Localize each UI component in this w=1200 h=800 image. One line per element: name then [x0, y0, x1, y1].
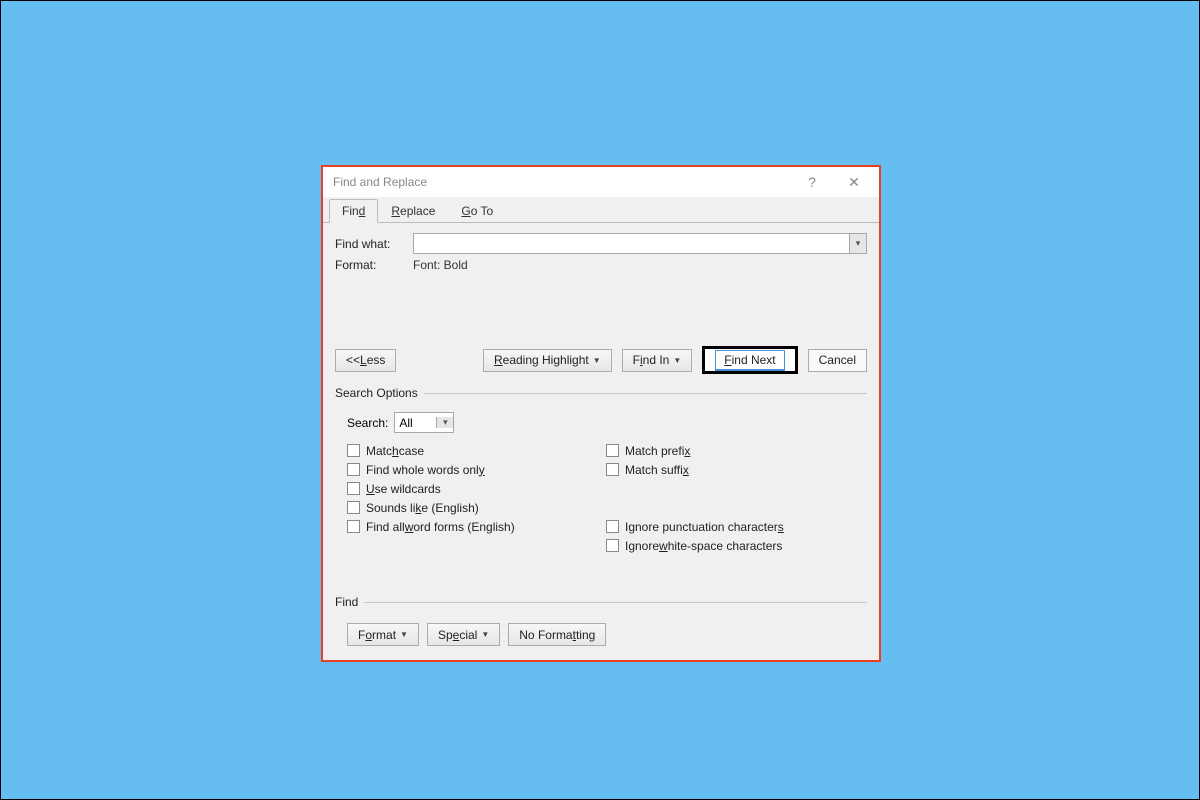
- options-columns: Match case Find whole words only Use wil…: [337, 441, 865, 555]
- match-suffix-checkbox[interactable]: Match suffix: [606, 460, 865, 479]
- word-forms-checkbox[interactable]: Find all word forms (English): [347, 517, 606, 536]
- find-group: Find Format▼ Special▼ No Formatting: [335, 595, 867, 648]
- spacer: [335, 272, 867, 342]
- caret-down-icon: ▼: [481, 630, 489, 639]
- format-label: Format:: [335, 258, 413, 272]
- find-what-input[interactable]: [414, 234, 849, 253]
- wildcards-checkbox[interactable]: Use wildcards: [347, 479, 606, 498]
- titlebar: Find and Replace ? ✕: [323, 167, 879, 197]
- find-group-legend: Find: [335, 595, 364, 609]
- whole-words-checkbox[interactable]: Find whole words only: [347, 460, 606, 479]
- match-case-checkbox[interactable]: Match case: [347, 441, 606, 460]
- page-frame: Find and Replace ? ✕ Find Replace Go To …: [0, 0, 1200, 800]
- caret-down-icon: ▼: [400, 630, 408, 639]
- caret-down-icon: ▼: [673, 356, 681, 365]
- no-formatting-button[interactable]: No Formatting: [508, 623, 606, 646]
- help-button[interactable]: ?: [791, 168, 833, 196]
- main-button-row: << Less Reading Highlight▼ Find In▼ Find…: [335, 346, 867, 374]
- less-button[interactable]: << Less: [335, 349, 396, 372]
- tab-replace[interactable]: Replace: [378, 199, 448, 223]
- ignore-whitespace-checkbox[interactable]: Ignore white-space characters: [606, 536, 865, 555]
- reading-highlight-button[interactable]: Reading Highlight▼: [483, 349, 612, 372]
- tab-find[interactable]: Find: [329, 199, 378, 223]
- special-button[interactable]: Special▼: [427, 623, 500, 646]
- sounds-like-checkbox[interactable]: Sounds like (English): [347, 498, 606, 517]
- search-direction-value: All: [395, 416, 436, 430]
- find-what-label: Find what:: [335, 237, 413, 251]
- caret-down-icon: ▼: [593, 356, 601, 365]
- close-button[interactable]: ✕: [833, 168, 875, 196]
- find-what-row: Find what: ▾: [335, 233, 867, 254]
- find-replace-dialog: Find and Replace ? ✕ Find Replace Go To …: [321, 165, 881, 662]
- dialog-title: Find and Replace: [333, 175, 791, 189]
- search-direction-select[interactable]: All ▾: [394, 412, 454, 433]
- find-group-buttons: Format▼ Special▼ No Formatting: [337, 623, 865, 646]
- format-button[interactable]: Format▼: [347, 623, 419, 646]
- find-what-combo[interactable]: ▾: [413, 233, 867, 254]
- format-value: Font: Bold: [413, 258, 468, 272]
- options-left-col: Match case Find whole words only Use wil…: [337, 441, 606, 555]
- dialog-body: Find Replace Go To Find what: ▾ Format: …: [323, 197, 879, 660]
- tab-goto[interactable]: Go To: [448, 199, 506, 223]
- ignore-punctuation-checkbox[interactable]: Ignore punctuation characters: [606, 517, 865, 536]
- options-right-col: Match prefix Match suffix Ignore punctua…: [606, 441, 865, 555]
- caret-down-icon: ▾: [436, 417, 453, 428]
- match-prefix-checkbox[interactable]: Match prefix: [606, 441, 865, 460]
- search-direction-label: Search:: [347, 416, 388, 430]
- find-what-dropdown-icon[interactable]: ▾: [849, 234, 866, 253]
- search-options-legend: Search Options: [335, 386, 424, 400]
- search-direction-row: Search: All ▾: [347, 412, 865, 433]
- tabstrip: Find Replace Go To: [323, 197, 879, 223]
- cancel-button[interactable]: Cancel: [808, 349, 867, 372]
- find-in-button[interactable]: Find In▼: [622, 349, 693, 372]
- format-row: Format: Font: Bold: [335, 258, 867, 272]
- find-next-button[interactable]: Find Next: [702, 346, 797, 374]
- search-options-group: Search Options Search: All ▾ Match case …: [335, 386, 867, 583]
